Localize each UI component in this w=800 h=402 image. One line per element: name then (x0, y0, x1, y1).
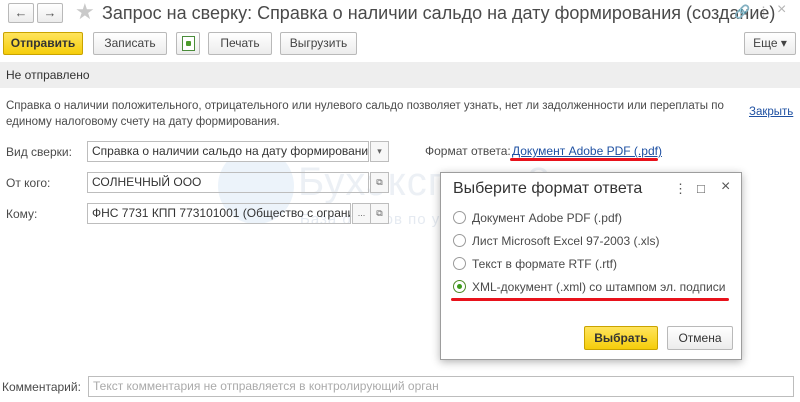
menu-dots-icon[interactable]: ⋮ (757, 4, 770, 20)
radio-icon[interactable] (453, 257, 466, 270)
send-button[interactable]: Отправить (3, 32, 83, 55)
status-bar: Не отправлено (0, 62, 800, 88)
annotation-underline (510, 158, 658, 161)
format-label: Формат ответа: (425, 144, 511, 158)
close-info-link[interactable]: Закрыть (749, 106, 793, 118)
type-dropdown-button[interactable]: ▾ (370, 141, 389, 162)
attach-file-icon (182, 36, 195, 51)
status-text: Не отправлено (6, 68, 90, 82)
comment-label: Комментарий: (2, 380, 81, 394)
export-button[interactable]: Выгрузить (280, 32, 357, 55)
forward-button[interactable]: → (37, 3, 63, 23)
dialog-menu-icon[interactable]: ⋮ (674, 181, 687, 197)
open-icon: ⧉ (376, 177, 383, 187)
radio-icon[interactable] (453, 211, 466, 224)
type-label: Вид сверки: (6, 145, 72, 159)
option-label: Лист Microsoft Excel 97-2003 (.xls) (472, 234, 660, 248)
open-icon: ⧉ (376, 208, 383, 218)
print-button[interactable]: Печать (208, 32, 272, 55)
arrow-left-icon: ← (14, 5, 28, 20)
page-title: Запрос на сверку: Справка о наличии саль… (102, 3, 776, 23)
from-open-button[interactable]: ⧉ (370, 172, 389, 193)
to-label: Кому: (6, 207, 38, 221)
attach-file-button[interactable] (176, 32, 200, 55)
type-select[interactable]: Справка о наличии сальдо на дату формиро… (87, 141, 369, 162)
more-button[interactable]: Еще ▾ (744, 32, 796, 55)
from-label: От кого: (6, 176, 51, 190)
info-text: Справка о наличии положительного, отрица… (6, 100, 724, 128)
from-field[interactable]: СОЛНЕЧНЫЙ ООО (87, 172, 369, 193)
cancel-button[interactable]: Отмена (667, 326, 733, 350)
option-label: Документ Adobe PDF (.pdf) (472, 211, 622, 225)
record-button[interactable]: Записать (93, 32, 167, 55)
favorite-star-icon[interactable]: ★ (75, 0, 95, 24)
annotation-underline (451, 298, 729, 301)
to-open-button[interactable]: ⧉ (370, 203, 389, 224)
radio-selected-icon[interactable] (453, 280, 466, 293)
to-field[interactable]: ФНС 7731 КПП 773101001 (Общество с огран… (87, 203, 351, 224)
arrow-right-icon: → (43, 5, 57, 20)
more-dots-icon: ... (357, 208, 366, 218)
option-label: Текст в формате RTF (.rtf) (472, 257, 617, 271)
to-select-button[interactable]: ... (352, 203, 371, 224)
format-link[interactable]: Документ Adobe PDF (.pdf) (512, 144, 662, 158)
radio-icon[interactable] (453, 234, 466, 247)
close-window-icon[interactable]: × (777, 2, 786, 18)
dialog-maximize-icon[interactable]: □ (697, 181, 705, 197)
chevron-down-icon: ▾ (377, 146, 382, 156)
dialog-title: Выберите формат ответа (453, 180, 643, 197)
back-button[interactable]: ← (8, 3, 34, 23)
format-dialog: Выберите формат ответа ⋮ □ × Документ Ad… (440, 172, 742, 360)
select-button[interactable]: Выбрать (584, 326, 658, 350)
dialog-close-icon[interactable]: × (721, 179, 730, 195)
link-icon[interactable]: 🔗 (734, 4, 750, 20)
option-label: XML-документ (.xml) со штампом эл. подпи… (472, 280, 726, 294)
comment-field[interactable]: Текст комментария не отправляется в конт… (88, 376, 794, 397)
